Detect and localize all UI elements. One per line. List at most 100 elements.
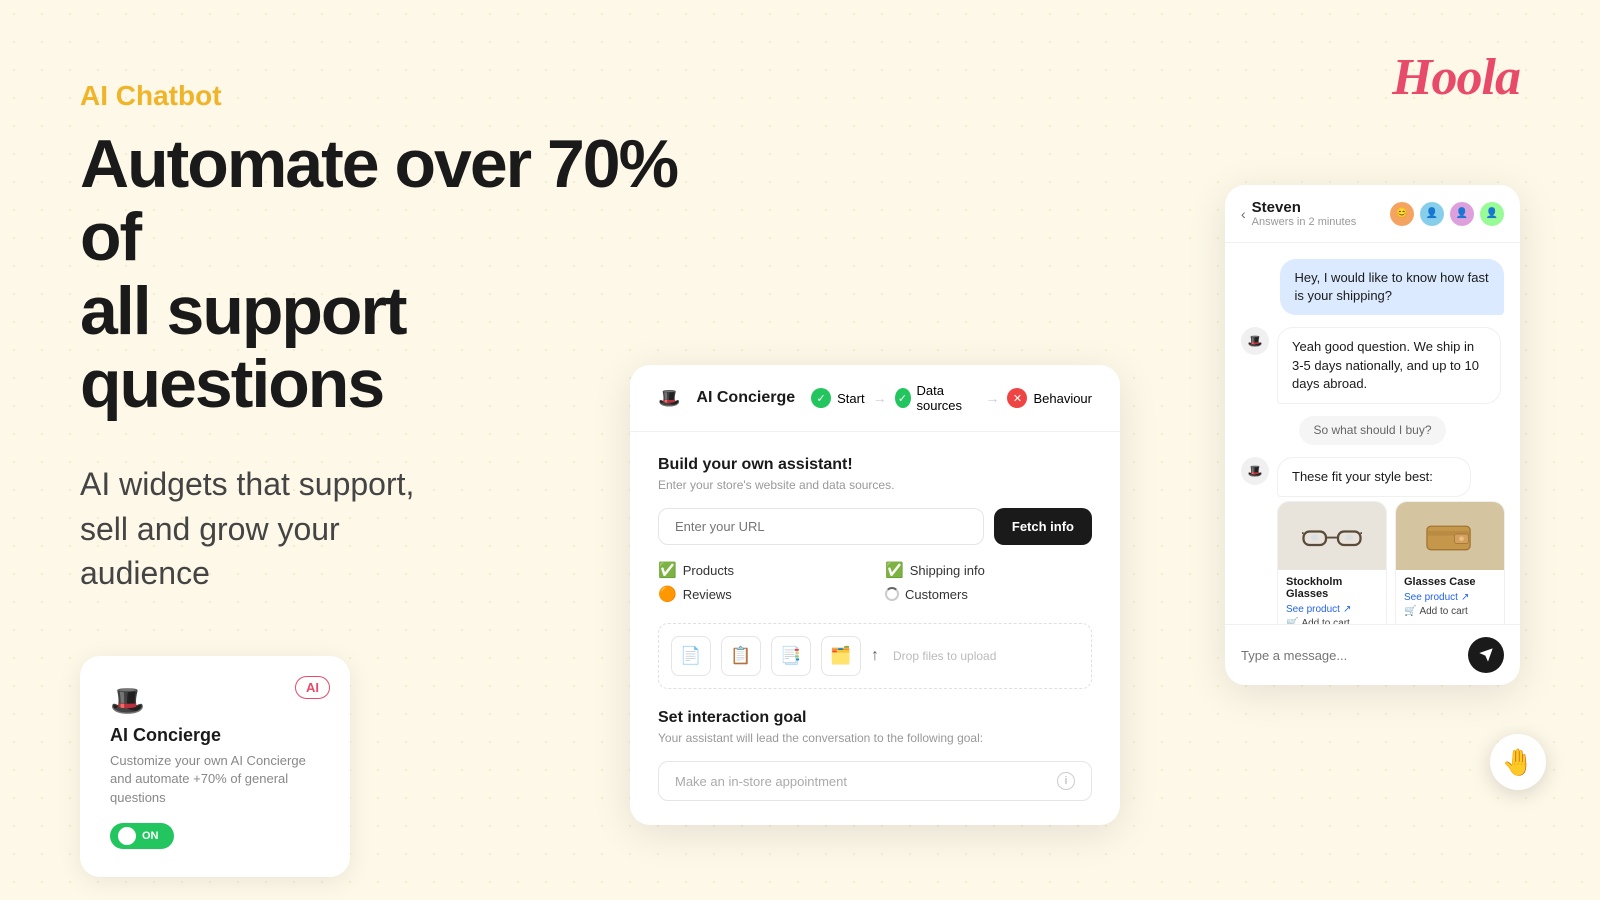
step-behaviour-label: Behaviour [1033,391,1092,406]
chat-agent-name: Steven [1252,199,1357,216]
chat-input-area [1225,624,1520,685]
interaction-section: Set interaction goal Your assistant will… [658,709,1092,801]
upload-arrow-icon: ↑ [871,647,879,665]
build-section-title: Build your own assistant! [658,456,1092,474]
concierge-icon: 🎩 [110,684,320,717]
avatar-1: 😊 [1390,202,1414,226]
back-arrow-icon[interactable]: ‹ [1241,206,1246,222]
interaction-placeholder-text: Make an in-store appointment [675,774,847,789]
upload-btn-1[interactable]: 📄 [671,636,711,676]
fetch-button[interactable]: Fetch info [994,508,1092,545]
info-icon: i [1057,772,1075,790]
arrow-1: → [873,390,887,406]
product-card-2: Glasses Case See product ↗ 🛒 Add to cart [1395,501,1505,624]
check-products-icon: ✅ [658,561,677,579]
avatar-2: 👤 [1420,202,1444,226]
left-content: AI Chatbot Automate over 70% of all supp… [80,80,680,877]
cart-icon-2: 🛒 [1404,606,1416,617]
hero-headline: Automate over 70% of all support questio… [80,128,680,422]
product-info-1: Stockholm Glasses See product ↗ 🛒 Add to… [1278,570,1386,624]
upload-row: 📄 📋 📑 🗂️ ↑ Drop files to upload [658,623,1092,689]
check-customers-label: Customers [905,587,968,602]
step-start-label: Start [837,391,864,406]
check-products: ✅ Products [658,561,865,579]
wallet-svg [1423,516,1478,556]
step-behaviour-icon: ✕ [1007,388,1027,408]
send-icon [1478,647,1494,663]
step-datasources: ✓ Data sources [895,383,978,413]
step-datasources-icon: ✓ [895,388,911,408]
msg-bot-2: These fit your style best: [1277,457,1471,497]
chat-agent-info: Steven Answers in 2 minutes [1252,199,1357,228]
hero-subheadline: AI widgets that support,sell and grow yo… [80,462,680,596]
check-reviews: 🟠 Reviews [658,585,865,603]
avatar-3: 👤 [1450,202,1474,226]
msg-center-1: So what should I buy? [1299,416,1445,445]
add-to-cart-2[interactable]: 🛒 Add to cart [1404,606,1496,617]
chat-panel: ‹ Steven Answers in 2 minutes 😊 👤 👤 👤 He… [1225,185,1520,685]
build-section-sub: Enter your store's website and data sour… [658,478,1092,492]
chat-agent-status: Answers in 2 minutes [1252,216,1357,228]
product-card-1: Stockholm Glasses See product ↗ 🛒 Add to… [1277,501,1387,624]
msg-user-1: Hey, I would like to know how fast is yo… [1280,259,1504,315]
msg-bot-1: Yeah good question. We ship in 3-5 days … [1277,327,1501,404]
check-shipping-icon: ✅ [885,561,904,579]
url-input[interactable] [658,508,984,545]
external-link-icon-2: ↗ [1461,592,1469,603]
product-cards: Stockholm Glasses See product ↗ 🛒 Add to… [1277,501,1505,624]
see-product-2[interactable]: See product ↗ [1404,592,1496,603]
hero-badge: AI Chatbot [80,80,680,112]
external-link-icon-1: ↗ [1343,604,1351,615]
url-input-row: Fetch info [658,508,1092,545]
toggle-knob [118,827,136,845]
check-reviews-label: Reviews [683,587,732,602]
check-reviews-icon: 🟠 [658,585,677,603]
check-customers-icon [885,587,899,601]
msg-bot-2-container: These fit your style best: [1277,457,1505,624]
product-info-2: Glasses Case See product ↗ 🛒 Add to cart [1396,570,1504,623]
product-name-1: Stockholm Glasses [1286,576,1378,600]
msg-bot-wrapper-1: 🎩 Yeah good question. We ship in 3-5 day… [1241,327,1504,404]
upload-btn-2[interactable]: 📋 [721,636,761,676]
send-button[interactable] [1468,637,1504,673]
panel-body: Build your own assistant! Enter your sto… [630,432,1120,825]
chat-input[interactable] [1241,648,1458,663]
toggle-container: ON [110,823,320,849]
checklist: ✅ Products ✅ Shipping info 🟠 Reviews Cus… [658,561,1092,603]
logo: Hoola [1392,48,1520,107]
glasses-svg [1302,516,1362,556]
on-toggle[interactable]: ON [110,823,174,849]
see-product-1[interactable]: See product ↗ [1286,604,1378,615]
check-products-label: Products [683,563,734,578]
panel-header-icon: 🎩 [658,388,680,409]
panel-title: AI Concierge [696,389,795,407]
msg-bot-wrapper-2: 🎩 These fit your style best: [1241,457,1504,624]
product-name-2: Glasses Case [1404,576,1496,588]
widget-desc: Customize your own AI Concierge and auto… [110,752,320,807]
arrow-2: → [985,390,999,406]
step-start: ✓ Start [811,388,864,408]
upload-btn-4[interactable]: 🗂️ [821,636,861,676]
panel-header: 🎩 AI Concierge ✓ Start → ✓ Data sources … [630,365,1120,432]
interaction-input-row: Make an in-store appointment i [658,761,1092,801]
upload-btn-3[interactable]: 📑 [771,636,811,676]
step-start-icon: ✓ [811,388,831,408]
bot-avatar-1: 🎩 [1241,327,1269,355]
interaction-title: Set interaction goal [658,709,1092,727]
builder-panel: 🎩 AI Concierge ✓ Start → ✓ Data sources … [630,365,1120,825]
check-shipping: ✅ Shipping info [885,561,1092,579]
widget-title: AI Concierge [110,725,320,746]
chat-header-left: ‹ Steven Answers in 2 minutes [1241,199,1356,228]
widget-card: AI 🎩 AI Concierge Customize your own AI … [80,656,350,877]
interaction-sub: Your assistant will lead the conversatio… [658,731,1092,745]
upload-placeholder: Drop files to upload [893,649,996,663]
hand-button[interactable]: 🤚 [1490,734,1546,790]
toggle-label: ON [142,830,159,842]
chat-header-icons: 😊 👤 👤 👤 [1390,202,1504,226]
step-nav: ✓ Start → ✓ Data sources → ✕ Behaviour [811,383,1092,413]
ai-badge: AI [295,676,330,699]
product-img-1 [1278,502,1386,570]
check-shipping-label: Shipping info [910,563,985,578]
chat-messages: Hey, I would like to know how fast is yo… [1225,243,1520,624]
step-datasources-label: Data sources [917,383,978,413]
